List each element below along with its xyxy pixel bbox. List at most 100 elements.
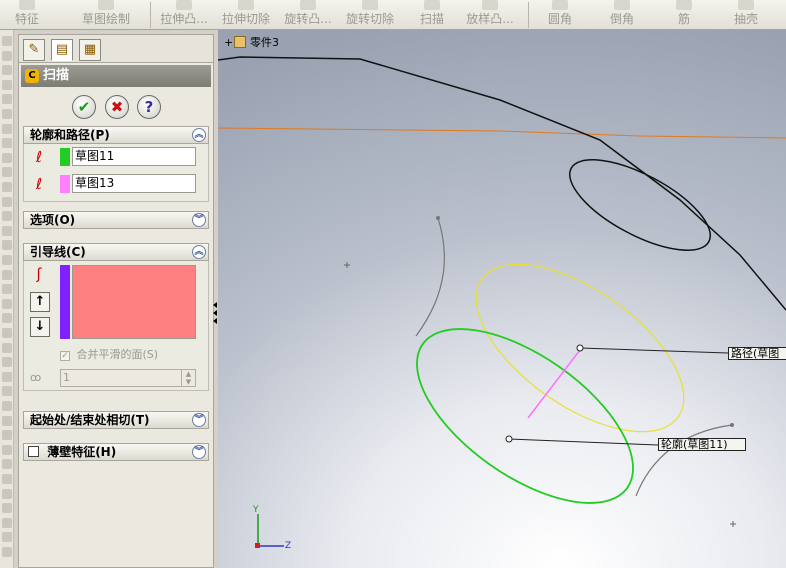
left-strip-icon[interactable] [2,152,12,163]
spinner-arrows-icon[interactable]: ▲ ▼ [181,370,195,386]
guide-curve-select-icon: ʃ [36,265,42,283]
toolbar-button-2[interactable]: 拉伸凸... [156,0,212,30]
toolbar-button-0[interactable]: 特征 [4,0,50,30]
configuration-manager-tab[interactable]: ▦ [79,39,101,61]
left-strip-icon[interactable] [2,167,12,178]
left-strip-icon[interactable] [2,109,12,119]
help-button[interactable]: ? [137,95,161,119]
expand-icon[interactable]: ︾ [192,213,206,227]
toolbar-button-10[interactable]: 筋 [672,0,696,30]
profile-leader-line [508,438,659,446]
left-strip-icon[interactable] [2,430,12,441]
guide-curve-list[interactable] [72,265,196,339]
toolbar-button-label: 拉伸凸... [160,12,208,26]
panel-title: C 扫描 [21,65,211,87]
collapse-icon[interactable]: ︽ [192,245,206,259]
expand-icon[interactable]: ︾ [192,413,206,427]
toolbar-button-7[interactable]: 放样凸... [462,0,518,30]
left-strip-icon[interactable] [2,298,12,309]
toolbar-button-6[interactable]: 扫描 [414,0,450,30]
toolbar-button-4[interactable]: 旋转凸... [280,0,336,30]
expand-icon[interactable]: + [224,36,233,49]
triad-z-label: Z [285,541,292,551]
guide-curves-header[interactable]: 引导线(C) ︽ [23,243,209,261]
expand-icon[interactable]: ︾ [192,445,206,459]
triad-y-label: Y [253,505,259,515]
left-strip-icon[interactable] [2,415,12,426]
sweep-icon: C [25,69,39,83]
left-strip-icon[interactable] [2,357,12,368]
merge-smooth-row[interactable]: ✓ 合并平滑的面(S) [60,346,158,362]
feature-tree-flyout[interactable]: + 零件3 [224,34,279,50]
toolbar-button-label: 抽壳 [733,12,758,26]
cancel-button[interactable]: ✖ [105,95,129,119]
left-strip-icon[interactable] [2,196,12,207]
left-strip-icon[interactable] [2,313,12,324]
toolbar-button-8[interactable]: 圆角 [542,0,578,30]
property-manager-tab[interactable]: ▤ [51,39,73,61]
left-strip-icon[interactable] [2,240,12,251]
left-strip-icon[interactable] [2,50,12,61]
path-color-swatch [60,175,70,193]
left-strip-icon[interactable] [2,255,12,265]
left-strip-icon[interactable] [2,342,12,353]
thin-feature-header[interactable]: 薄壁特征(H) ︾ [23,443,209,461]
left-strip-icon[interactable] [2,459,12,470]
path-handle[interactable] [576,344,584,352]
left-strip-icon[interactable] [2,94,12,105]
left-strip-icon[interactable] [2,386,12,397]
toolbar-button-label: 筋 [677,12,690,26]
left-strip-icon[interactable] [2,371,12,382]
left-strip-icon[interactable] [2,503,12,514]
feature-manager-tab[interactable]: ✎ [23,39,45,61]
ok-button[interactable]: ✔ [72,95,96,119]
left-strip-icon[interactable] [2,328,12,338]
merge-smooth-checkbox[interactable]: ✓ [60,351,70,361]
left-strip-icon[interactable] [2,123,12,134]
profile-handle[interactable] [505,435,513,443]
show-sections-icon[interactable]: ꝏ [30,371,41,384]
revolve-cut-icon [362,0,378,10]
left-strip-icon[interactable] [2,65,12,76]
move-down-button[interactable]: ↓ [30,317,50,337]
left-strip-icon[interactable] [2,474,12,484]
left-strip-icon[interactable] [2,547,12,557]
profile-ellipse [416,328,634,504]
left-strip-icon[interactable] [2,284,12,295]
start-end-tangency-header[interactable]: 起始处/结束处相切(T) ︾ [23,411,209,429]
left-strip-icon[interactable] [2,138,12,149]
path-callout[interactable]: 路径(草图 [728,347,786,360]
toolbar-button-1[interactable]: 草图绘制 [64,0,148,30]
fillet-icon [552,0,568,10]
left-strip-icon[interactable] [2,79,12,90]
left-strip-icon[interactable] [2,211,12,222]
chamfer-icon [614,0,630,10]
left-strip-icon[interactable] [2,488,12,499]
collapse-icon[interactable]: ︽ [192,128,206,142]
toolbar-button-11[interactable]: 抽壳 [728,0,764,30]
toolbar-button-9[interactable]: 倒角 [604,0,640,30]
left-strip-icon[interactable] [2,532,12,543]
path-field[interactable]: 草图13 [72,174,196,193]
move-up-button[interactable]: ↑ [30,292,50,312]
section-spinner[interactable]: 1 ▲ ▼ [60,369,196,387]
left-strip-icon[interactable] [2,225,12,236]
toolbar-button-5[interactable]: 旋转切除 [342,0,398,30]
guide-curves-body: ʃ ↑ ↓ ✓ 合并平滑的面(S) ꝏ 1 ▲ ▼ [23,261,209,391]
profile-field[interactable]: 草图11 [72,147,196,166]
options-header[interactable]: 选项(O) ︾ [23,211,209,229]
toolbar-button-3[interactable]: 拉伸切除 [218,0,274,30]
thin-feature-checkbox[interactable] [28,446,39,457]
left-strip-icon[interactable] [2,517,12,528]
left-strip-icon[interactable] [2,36,12,46]
left-strip-icon[interactable] [2,182,12,192]
left-strip-icon[interactable] [2,269,12,280]
graphics-viewport[interactable]: + 零件3 路径(草图 轮廓(草图11) Y Z [218,30,786,568]
path-leader-line [579,347,729,354]
profile-callout[interactable]: 轮廓(草图11) [658,438,746,451]
sweep-path-line [527,349,581,419]
left-strip-icon[interactable] [2,444,12,455]
profile-path-header[interactable]: 轮廓和路径(P) ︽ [23,126,209,144]
sweep-icon [424,0,440,10]
left-strip-icon[interactable] [2,401,12,411]
